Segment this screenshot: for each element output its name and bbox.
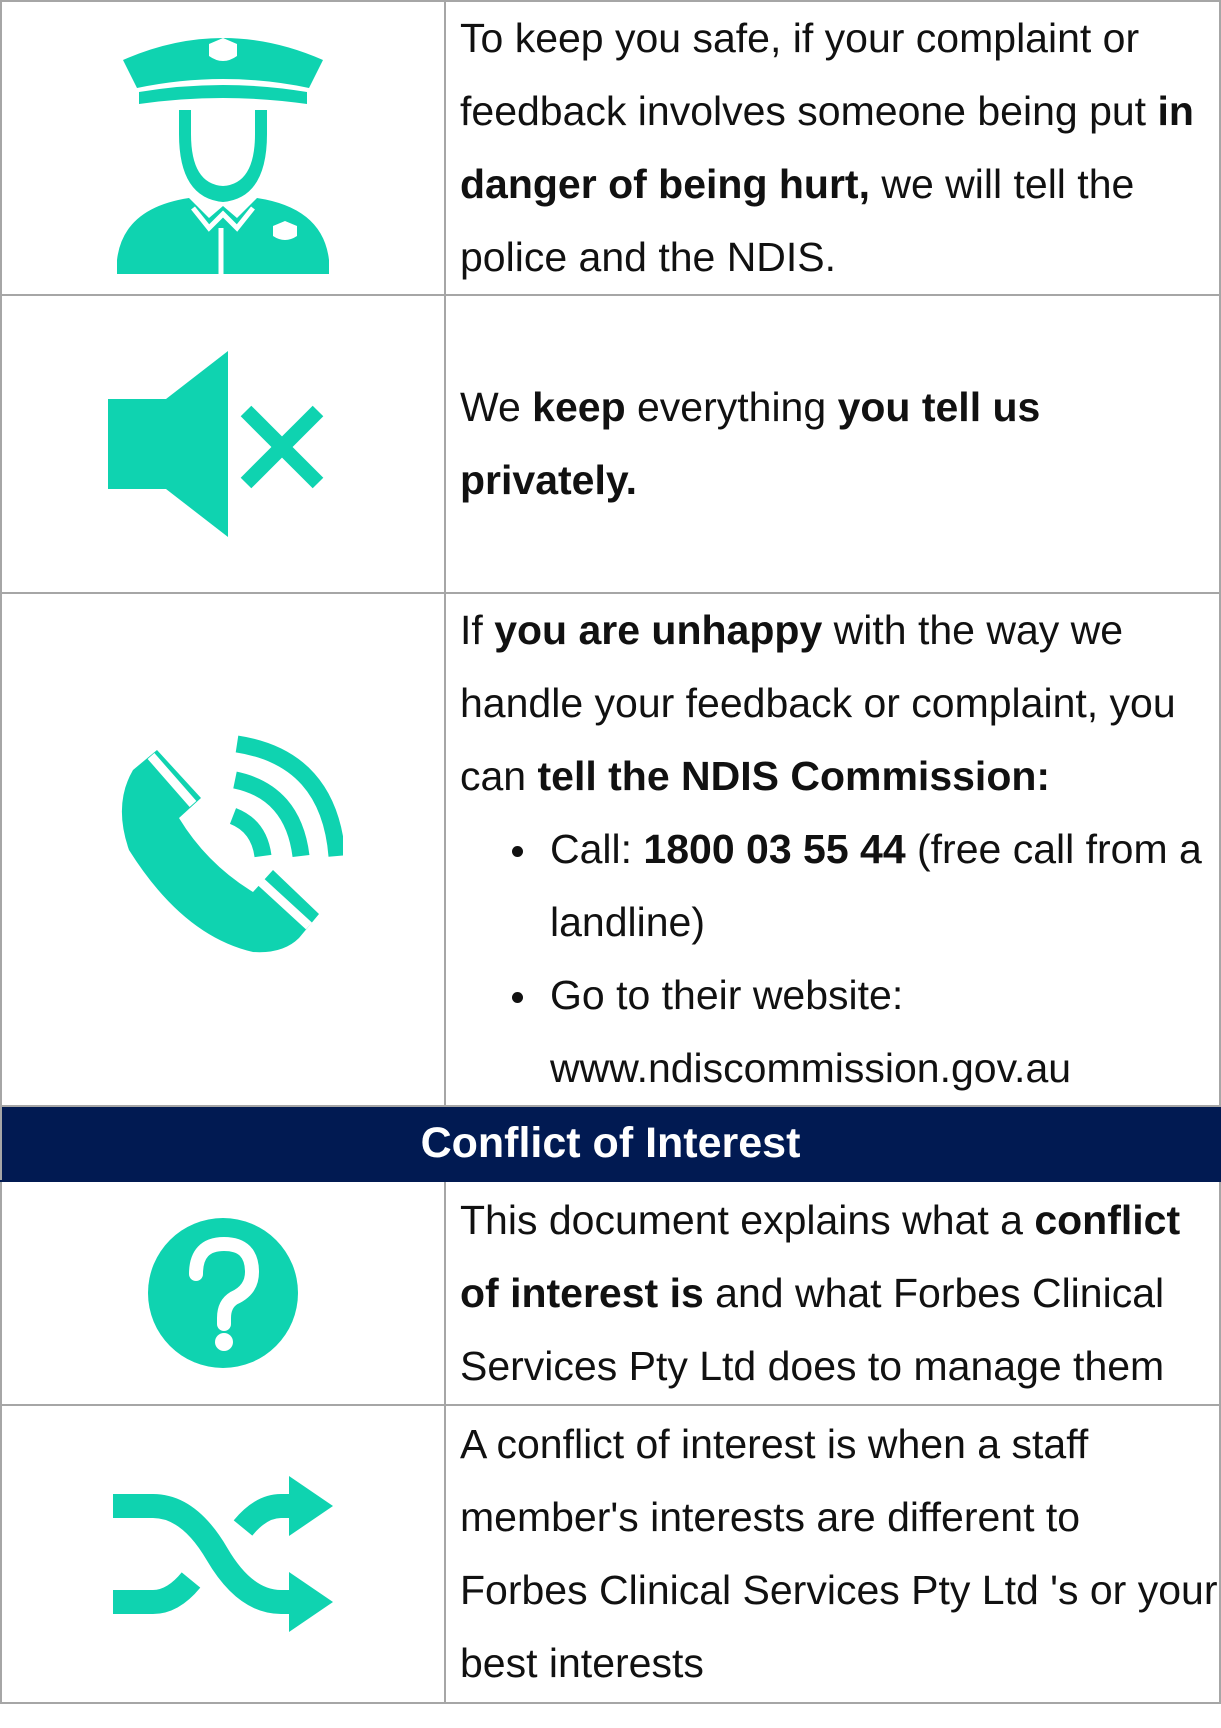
question-mark-icon [2,1218,444,1368]
body-text: A conflict of interest is when a staff m… [460,1421,1218,1686]
table-row: We keep everything you tell us privately… [0,294,1221,594]
icon-cell [0,592,446,1107]
table-row: This document explains what a conflict o… [0,1180,1221,1406]
text-cell: This document explains what a conflict o… [444,1180,1221,1406]
body-text: This document explains what a [460,1196,1035,1243]
table-row: Conflict of Interest [0,1105,1221,1182]
bold-text: keep [532,384,626,430]
phone-number: 1800 03 55 44 [643,826,906,872]
easy-read-document: To keep you safe, if your complaint or f… [0,0,1221,1704]
icon-cell [0,1404,446,1704]
body-text: everything [625,384,838,430]
text-cell: We keep everything you tell us privately… [444,294,1221,594]
bold-text: tell the NDIS Commission: [537,753,1051,799]
police-officer-icon [2,22,444,274]
body-text: To keep you safe, if your complaint or f… [460,15,1158,134]
list-item: Call: 1800 03 55 44 (free call from a la… [512,813,1219,959]
text-cell: To keep you safe, if your complaint or f… [444,0,1221,296]
section-header: Conflict of Interest [0,1105,1221,1182]
bold-text: you are unhappy [494,607,823,653]
text-cell: If you are unhappy with the way we handl… [444,592,1221,1107]
easy-read-table: To keep you safe, if your complaint or f… [0,0,1221,1704]
table-row: To keep you safe, if your complaint or f… [0,0,1221,296]
website-text: Go to their website: www.ndiscommission.… [550,972,1072,1091]
body-text: Call: [550,826,644,872]
contact-list: Call: 1800 03 55 44 (free call from a la… [460,813,1219,1105]
icon-cell [0,0,446,296]
table-row: A conflict of interest is when a staff m… [0,1404,1221,1704]
icon-cell [0,1180,446,1406]
speaker-muted-icon [2,351,444,537]
list-item: Go to their website: www.ndiscommission.… [512,959,1219,1105]
icon-cell [0,294,446,594]
body-text: We [460,384,533,430]
body-text: If [460,607,495,653]
phone-ringing-icon [2,730,444,970]
shuffle-arrows-icon [2,1454,444,1654]
table-row: If you are unhappy with the way we handl… [0,592,1221,1107]
text-cell: A conflict of interest is when a staff m… [444,1404,1221,1704]
